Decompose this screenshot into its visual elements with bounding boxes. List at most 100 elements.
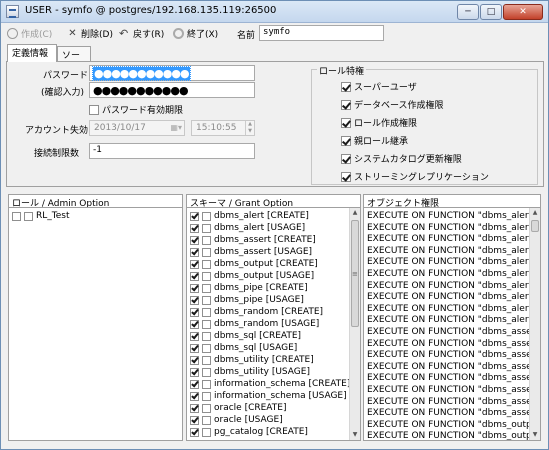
priv-createrole[interactable]: ロール作成権限 [341,116,417,129]
schema-grant-option-checkbox[interactable] [202,307,211,317]
list-item[interactable]: dbms_pipe [CREATE] [190,282,308,294]
schema-privilege-checkbox[interactable] [190,271,199,281]
list-item[interactable]: EXECUTE ON FUNCTION "dbms_outpu [367,430,537,440]
list-item[interactable]: dbms_utility [USAGE] [190,366,310,378]
schema-grant-option-checkbox[interactable] [202,271,211,281]
list-item[interactable]: RL_Test [12,210,70,222]
list-item[interactable]: dbms_random [USAGE] [190,318,319,330]
create-button[interactable]: 作成(C) [7,24,52,42]
list-item[interactable]: EXECUTE ON FUNCTION "dbms_asser [367,396,535,408]
schema-grant-option-checkbox[interactable] [202,427,211,437]
list-item[interactable]: EXECUTE ON FUNCTION "dbms_outpu [367,419,537,431]
schema-grant-option-checkbox[interactable] [202,283,211,293]
list-item[interactable]: EXECUTE ON FUNCTION "dbms_alert". [367,222,539,234]
password-expiry-checkbox[interactable]: パスワード有効期限 [89,103,183,116]
exit-button[interactable]: 終了(X) [173,24,218,42]
schema-privilege-checkbox[interactable] [190,211,199,221]
list-item[interactable]: dbms_assert [USAGE] [190,246,312,258]
schema-grant-option-checkbox[interactable] [202,415,211,425]
list-item[interactable]: EXECUTE ON FUNCTION "dbms_asser [367,384,535,396]
object-list-header[interactable]: オブジェクト権限 [363,194,541,208]
schema-privilege-checkbox[interactable] [190,319,199,329]
list-item[interactable]: information_schema [USAGE] [190,390,347,402]
list-item[interactable]: dbms_alert [USAGE] [190,222,305,234]
list-item[interactable]: dbms_output [USAGE] [190,270,314,282]
schema-grant-option-checkbox[interactable] [202,343,211,353]
scroll-down-icon[interactable]: ▼ [530,430,540,440]
list-item[interactable]: EXECUTE ON FUNCTION "dbms_alert". [367,210,539,222]
scroll-thumb[interactable] [531,220,539,232]
schema-grant-option-checkbox[interactable] [202,247,211,257]
object-scrollbar[interactable]: ▲ ▼ [529,208,540,440]
list-item[interactable]: dbms_random [CREATE] [190,306,323,318]
list-item[interactable]: EXECUTE ON FUNCTION "dbms_alert". [367,245,539,257]
schema-grant-option-checkbox[interactable] [202,355,211,365]
password-confirm-input[interactable]: ●●●●●●●●●●● [89,82,255,98]
schema-privilege-checkbox[interactable] [190,355,199,365]
list-item[interactable]: dbms_sql [USAGE] [190,342,297,354]
list-item[interactable]: EXECUTE ON FUNCTION "dbms_asser [367,361,535,373]
priv-replication[interactable]: ストリーミングレプリケーション [341,170,489,183]
list-item[interactable]: dbms_alert [CREATE] [190,210,309,222]
list-item[interactable]: oracle [CREATE] [190,402,286,414]
list-item[interactable]: dbms_utility [CREATE] [190,354,314,366]
list-item[interactable]: information_schema [CREATE] [190,378,350,390]
schema-grant-option-checkbox[interactable] [202,367,211,377]
schema-privilege-checkbox[interactable] [190,391,199,401]
list-item[interactable]: dbms_sql [CREATE] [190,330,301,342]
role-list-header[interactable]: ロール / Admin Option [8,194,183,208]
list-item[interactable]: EXECUTE ON FUNCTION "dbms_asser [367,372,535,384]
schema-privilege-checkbox[interactable] [190,367,199,377]
schema-list-header[interactable]: スキーマ / Grant Option [186,194,361,208]
title-bar[interactable]: USER - symfo @ postgres/192.168.135.119:… [1,1,548,23]
schema-grant-option-checkbox[interactable] [202,235,211,245]
schema-privilege-checkbox[interactable] [190,295,199,305]
schema-grant-option-checkbox[interactable] [202,391,211,401]
schema-privilege-checkbox[interactable] [190,283,199,293]
minimize-button[interactable]: ─ [457,4,479,20]
back-button[interactable]: ↶ 戻す(R) [119,24,164,42]
schema-privilege-checkbox[interactable] [190,415,199,425]
calendar-dropdown-icon[interactable]: ▦▾ [170,123,182,132]
schema-privilege-checkbox[interactable] [190,343,199,353]
list-item[interactable]: EXECUTE ON FUNCTION "dbms_alert". [367,291,539,303]
schema-scrollbar[interactable]: ▲ ≡ ▼ [349,208,360,440]
schema-privilege-checkbox[interactable] [190,307,199,317]
list-item[interactable]: dbms_assert [CREATE] [190,234,316,246]
maximize-button[interactable]: □ [480,4,502,20]
close-button[interactable]: ✕ [503,4,543,20]
list-item[interactable]: EXECUTE ON FUNCTION "dbms_alert". [367,314,539,326]
schema-grant-option-checkbox[interactable] [202,295,211,305]
schema-grant-option-checkbox[interactable] [202,211,211,221]
time-spinner[interactable]: ▲ ▼ [245,121,254,135]
delete-button[interactable]: ✕ 削除(D) [67,24,113,42]
priv-inherit[interactable]: 親ロール継承 [341,134,408,147]
scroll-up-icon[interactable]: ▲ [350,208,360,218]
expiry-time-input[interactable]: 15:10:55 ▲ ▼ [191,120,255,136]
schema-privilege-checkbox[interactable] [190,379,199,389]
schema-grant-option-checkbox[interactable] [202,331,211,341]
scroll-down-icon[interactable]: ▼ [350,430,360,440]
role-member-checkbox[interactable] [12,211,21,221]
name-input[interactable]: symfo [259,25,384,41]
schema-privilege-checkbox[interactable] [190,331,199,341]
schema-privilege-checkbox[interactable] [190,247,199,257]
list-item[interactable]: EXECUTE ON FUNCTION "dbms_alert". [367,256,539,268]
expiry-date-input[interactable]: 2013/10/17 ▦▾ [89,120,185,136]
schema-grant-option-checkbox[interactable] [202,259,211,269]
list-item[interactable]: dbms_pipe [USAGE] [190,294,304,306]
priv-createdb[interactable]: データベース作成権限 [341,98,444,111]
list-item[interactable]: EXECUTE ON FUNCTION "dbms_alert". [367,280,539,292]
priv-catupdate[interactable]: システムカタログ更新権限 [341,152,462,165]
priv-superuser[interactable]: スーパーユーザ [341,80,417,93]
password-input[interactable]: ●●●●●●●●●●● [89,65,255,81]
schema-privilege-checkbox[interactable] [190,223,199,233]
schema-grant-option-checkbox[interactable] [202,223,211,233]
list-item[interactable]: oracle [USAGE] [190,414,283,426]
schema-grant-option-checkbox[interactable] [202,319,211,329]
role-admin-checkbox[interactable] [24,211,33,221]
list-item[interactable]: EXECUTE ON FUNCTION "dbms_asser [367,349,535,361]
scroll-up-icon[interactable]: ▲ [530,208,540,218]
list-item[interactable]: EXECUTE ON FUNCTION "dbms_asser [367,338,535,350]
list-item[interactable]: dbms_output [CREATE] [190,258,318,270]
